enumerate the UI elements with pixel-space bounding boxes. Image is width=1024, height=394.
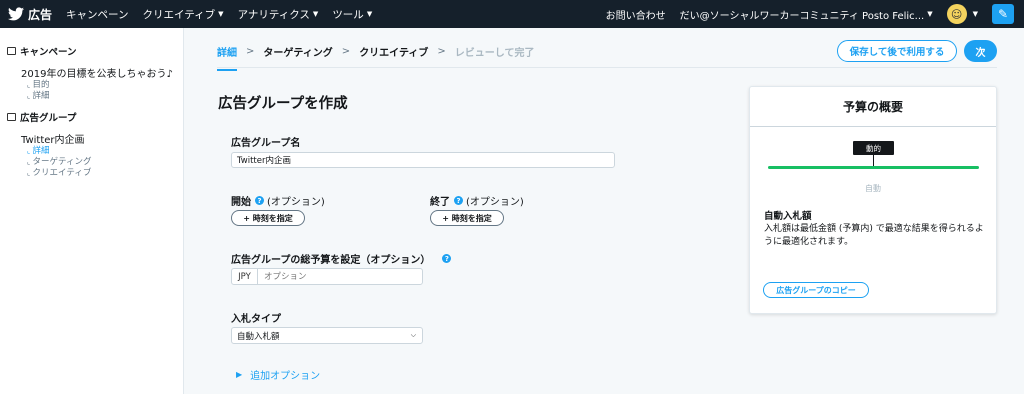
chevron-right-icon: >	[246, 46, 255, 57]
bid-type-label: 入札タイプ	[231, 310, 281, 325]
twitter-bird-icon	[8, 7, 24, 21]
nav-creatives-label: クリエイティブ	[142, 8, 216, 21]
additional-options-toggle[interactable]: ▶ 追加オプション	[236, 367, 320, 382]
step-tabs: 詳細 > ターゲティング > クリエイティブ > レビューして完了	[217, 44, 535, 71]
sidebar: キャンペーン 2019年の目標を公表しちゃおう♪ 目的 詳細 広告グループ Tw…	[0, 28, 184, 394]
bid-type-label-text: 入札タイプ	[231, 314, 281, 325]
chevron-right-icon: >	[341, 46, 351, 57]
chevron-down-icon: ⌵	[410, 331, 416, 339]
dynamic-tag: 動的	[853, 141, 894, 155]
end-optional-text: (オプション)	[466, 197, 524, 208]
nav-tools-label: ツール	[332, 8, 364, 21]
sidebar-item-targeting[interactable]: ターゲティング	[27, 157, 183, 168]
bid-heading: 自動入札額	[764, 211, 812, 222]
tab-creatives[interactable]: クリエイティブ	[359, 44, 428, 59]
sidebar-item-objective[interactable]: 目的	[27, 80, 183, 91]
sidebar-campaign-header: キャンペーン	[7, 44, 183, 58]
sidebar-adgroup-header: 広告グループ	[7, 110, 183, 124]
compose-tweet-button[interactable]: ✎	[992, 4, 1014, 24]
sidebar-item-campaign-details[interactable]: 詳細	[27, 91, 183, 102]
adgroup-name-value: Twitter内企画	[237, 156, 291, 166]
ads-logo[interactable]: 広告	[8, 6, 52, 23]
chevron-down-icon: ▼	[312, 10, 319, 18]
bid-description: 入札額は最低金額 (予算内) で最適な結果を得られるように最適化されます。	[764, 224, 984, 247]
sidebar-campaign-header-label: キャンペーン	[20, 47, 77, 58]
ads-logo-text: 広告	[28, 7, 53, 22]
end-label-text: 終了	[430, 197, 450, 208]
bid-type-select[interactable]: 自動入札額 ⌵	[231, 327, 423, 344]
nav-right: お問い合わせ だい@ソーシャルワーカーコミュニティ Posto Felic...…	[606, 0, 1024, 28]
avatar[interactable]: ☺	[946, 4, 967, 24]
auto-caption: 自動	[865, 184, 881, 193]
adgroup-name-label: 広告グループ名	[231, 134, 300, 149]
copy-adgroup-button[interactable]: 広告グループのコピー	[763, 282, 869, 298]
tab-targeting[interactable]: ターゲティング	[263, 44, 332, 59]
nav-campaigns-label: キャンペーン	[66, 8, 129, 21]
budget-input[interactable]	[258, 269, 422, 284]
start-optional-text: (オプション)	[267, 197, 325, 208]
campaign-icon	[7, 47, 16, 55]
budget-label-text: 広告グループの総予算を設定（オプション）	[231, 255, 431, 266]
bid-level-bar	[768, 166, 979, 169]
budget-summary-panel: 予算の概要 動的 自動 自動入札額 入札額は最低金額 (予算内) で最適な結果を…	[749, 86, 997, 314]
end-set-time-button[interactable]: + 時刻を指定	[430, 210, 504, 226]
budget-label: 広告グループの総予算を設定（オプション）?	[231, 251, 452, 266]
bid-type-value: 自動入札額	[237, 331, 280, 342]
top-nav: 広告 キャンペーン クリエイティブ ▼ アナリティクス ▼ ツール ▼ お問い合わせ …	[0, 0, 1024, 28]
budget-field: JPY	[231, 268, 423, 285]
account-switcher[interactable]: だい@ソーシャルワーカーコミュニティ Posto Felic... ▼	[680, 7, 933, 22]
nav-analytics-label: アナリティクス	[237, 8, 310, 21]
start-set-time-button[interactable]: + 時刻を指定	[231, 210, 305, 226]
divider	[217, 67, 997, 68]
nav-tools[interactable]: ツール ▼	[332, 7, 372, 22]
feather-icon: ✎	[997, 7, 1009, 21]
sidebar-item-creatives[interactable]: クリエイティブ	[27, 168, 183, 179]
nav-campaigns[interactable]: キャンペーン	[66, 7, 128, 22]
adgroup-icon	[7, 113, 16, 121]
chevron-down-icon[interactable]: ▼	[973, 10, 978, 18]
tab-review[interactable]: レビューして完了	[455, 44, 535, 59]
chevron-down-icon: ▼	[927, 10, 933, 18]
end-label: 終了? (オプション)	[430, 193, 524, 208]
triangle-right-icon: ▶	[236, 370, 243, 379]
next-button[interactable]: 次	[964, 40, 997, 62]
sidebar-adgroup-name[interactable]: Twitter内企画	[21, 131, 183, 146]
start-label-text: 開始	[231, 197, 251, 208]
budget-summary-title: 予算の概要	[750, 87, 996, 127]
nav-creatives[interactable]: クリエイティブ ▼	[143, 7, 224, 22]
chevron-down-icon: ▼	[366, 10, 373, 18]
nav-analytics[interactable]: アナリティクス ▼	[238, 7, 319, 22]
adgroup-name-field[interactable]: Twitter内企画	[231, 152, 615, 168]
account-name: だい@ソーシャルワーカーコミュニティ Posto Felic...	[679, 10, 925, 22]
save-for-later-button[interactable]: 保存して後で利用する	[837, 40, 957, 62]
page-title: 広告グループを作成	[218, 96, 348, 112]
additional-options-label: 追加オプション	[250, 371, 321, 382]
help-icon[interactable]: ?	[255, 196, 264, 205]
sidebar-item-adgroup-details[interactable]: 詳細	[27, 146, 183, 157]
sidebar-adgroup-header-label: 広告グループ	[20, 113, 77, 124]
start-label: 開始? (オプション)	[231, 193, 325, 208]
adgroup-name-label-text: 広告グループ名	[231, 138, 301, 149]
sidebar-campaign-name[interactable]: 2019年の目標を公表しちゃおう♪	[21, 65, 183, 80]
help-icon[interactable]: ?	[442, 254, 452, 263]
chevron-down-icon: ▼	[218, 10, 224, 18]
chevron-right-icon: >	[437, 46, 446, 57]
help-icon[interactable]: ?	[454, 196, 463, 205]
contact-link[interactable]: お問い合わせ	[606, 7, 666, 22]
currency-label: JPY	[232, 269, 258, 284]
